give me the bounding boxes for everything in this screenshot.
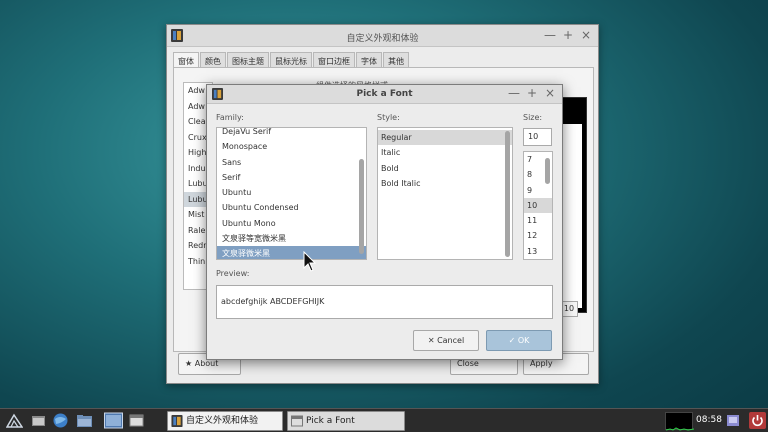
tab-cursor[interactable]: 鼠标光标 [270, 52, 312, 67]
style-list[interactable]: Regular Italic Bold Bold Italic [377, 127, 513, 260]
tab-icon-theme[interactable]: 图标主题 [227, 52, 269, 67]
window-icon [291, 415, 303, 427]
preview-label: Preview: [216, 269, 250, 278]
window-controls: — + × [544, 28, 592, 43]
list-item[interactable]: Bold [378, 161, 512, 176]
browser-icon[interactable] [52, 412, 69, 429]
scroll-thumb[interactable] [505, 131, 510, 257]
minimize-button[interactable]: — [544, 28, 556, 43]
close-button[interactable]: × [544, 86, 556, 101]
folder-icon[interactable] [76, 412, 93, 429]
settings-tabs: 窗体 颜色 图标主题 鼠标光标 窗口边框 字体 其他 [173, 52, 410, 68]
list-item-selected[interactable]: 文泉驿微米黑 [217, 246, 366, 259]
size-input[interactable]: 10 [523, 128, 552, 146]
style-scrollbar[interactable] [504, 129, 511, 258]
power-icon[interactable] [749, 412, 766, 429]
tab-widget[interactable]: 窗体 [173, 52, 199, 68]
show-desktop-icon[interactable] [104, 412, 123, 429]
size-list[interactable]: 7 8 9 10 11 12 13 [523, 151, 553, 260]
size-label: Size: [523, 113, 543, 122]
app-icon [171, 415, 183, 427]
list-item[interactable]: Serif [217, 170, 366, 185]
close-button[interactable]: × [580, 28, 592, 43]
list-item[interactable]: Ubuntu [217, 185, 366, 200]
size-scrollbar[interactable] [544, 153, 551, 258]
scroll-thumb[interactable] [545, 158, 550, 184]
appearance-window-title: 自定义外观和体验 [346, 34, 419, 44]
volume-icon[interactable] [726, 413, 741, 428]
family-label: Family: [216, 113, 244, 122]
list-item[interactable]: 文泉驿等宽微米黑 [217, 231, 366, 246]
list-item[interactable]: Monospace [217, 139, 366, 154]
list-item[interactable]: Sans [217, 155, 366, 170]
task-pick-font[interactable]: Pick a Font [287, 411, 405, 431]
dialog-titlebar[interactable]: Pick a Font — + × [207, 85, 562, 104]
mouse-cursor-icon [303, 251, 317, 272]
network-monitor [665, 412, 695, 431]
check-icon: ✓ [508, 336, 516, 345]
tab-colors[interactable]: 颜色 [200, 52, 226, 67]
list-item[interactable]: Bold Italic [378, 176, 512, 191]
taskbar: 自定义外观和体验 Pick a Font 08:58 [0, 408, 768, 432]
file-manager-icon[interactable] [30, 412, 47, 429]
appearance-titlebar[interactable]: 自定义外观和体验 — + × [167, 25, 598, 47]
list-item[interactable]: Ubuntu Mono [217, 216, 366, 231]
tab-other[interactable]: 其他 [383, 52, 409, 67]
family-scrollbar[interactable] [358, 129, 365, 258]
ok-button[interactable]: ✓ OK [486, 330, 552, 351]
maximize-button[interactable]: + [526, 86, 538, 101]
task-appearance-window[interactable]: 自定义外观和体验 [167, 411, 283, 431]
tab-window-border[interactable]: 窗口边框 [313, 52, 355, 67]
list-item[interactable]: DejaVu Serif [217, 128, 366, 139]
minimize-button[interactable]: — [508, 86, 520, 101]
widget-preview [561, 97, 587, 313]
maximize-button[interactable]: + [562, 28, 574, 43]
family-list[interactable]: DejaVu Serif Monospace Sans Serif Ubuntu… [216, 127, 367, 260]
scroll-thumb[interactable] [359, 159, 364, 254]
window-icon[interactable] [128, 412, 145, 429]
network-graph-icon [665, 427, 695, 431]
window-controls: — + × [508, 86, 556, 101]
preview-field[interactable]: abcdefghijk ABCDEFGHIJK [216, 285, 553, 319]
list-item[interactable]: Italic [378, 145, 512, 160]
cancel-icon: ✕ [427, 336, 435, 345]
clock[interactable]: 08:58 [696, 415, 722, 425]
cancel-button[interactable]: ✕ Cancel [413, 330, 479, 351]
pick-font-dialog: Pick a Font — + × Family: Style: Size: D… [206, 84, 563, 360]
list-item[interactable]: Ubuntu Condensed [217, 200, 366, 215]
star-icon: ★ [185, 359, 193, 368]
tab-font[interactable]: 字体 [356, 52, 382, 67]
list-item-selected[interactable]: Regular [378, 130, 512, 146]
style-label: Style: [377, 113, 400, 122]
lubuntu-logo-icon[interactable] [6, 412, 23, 429]
